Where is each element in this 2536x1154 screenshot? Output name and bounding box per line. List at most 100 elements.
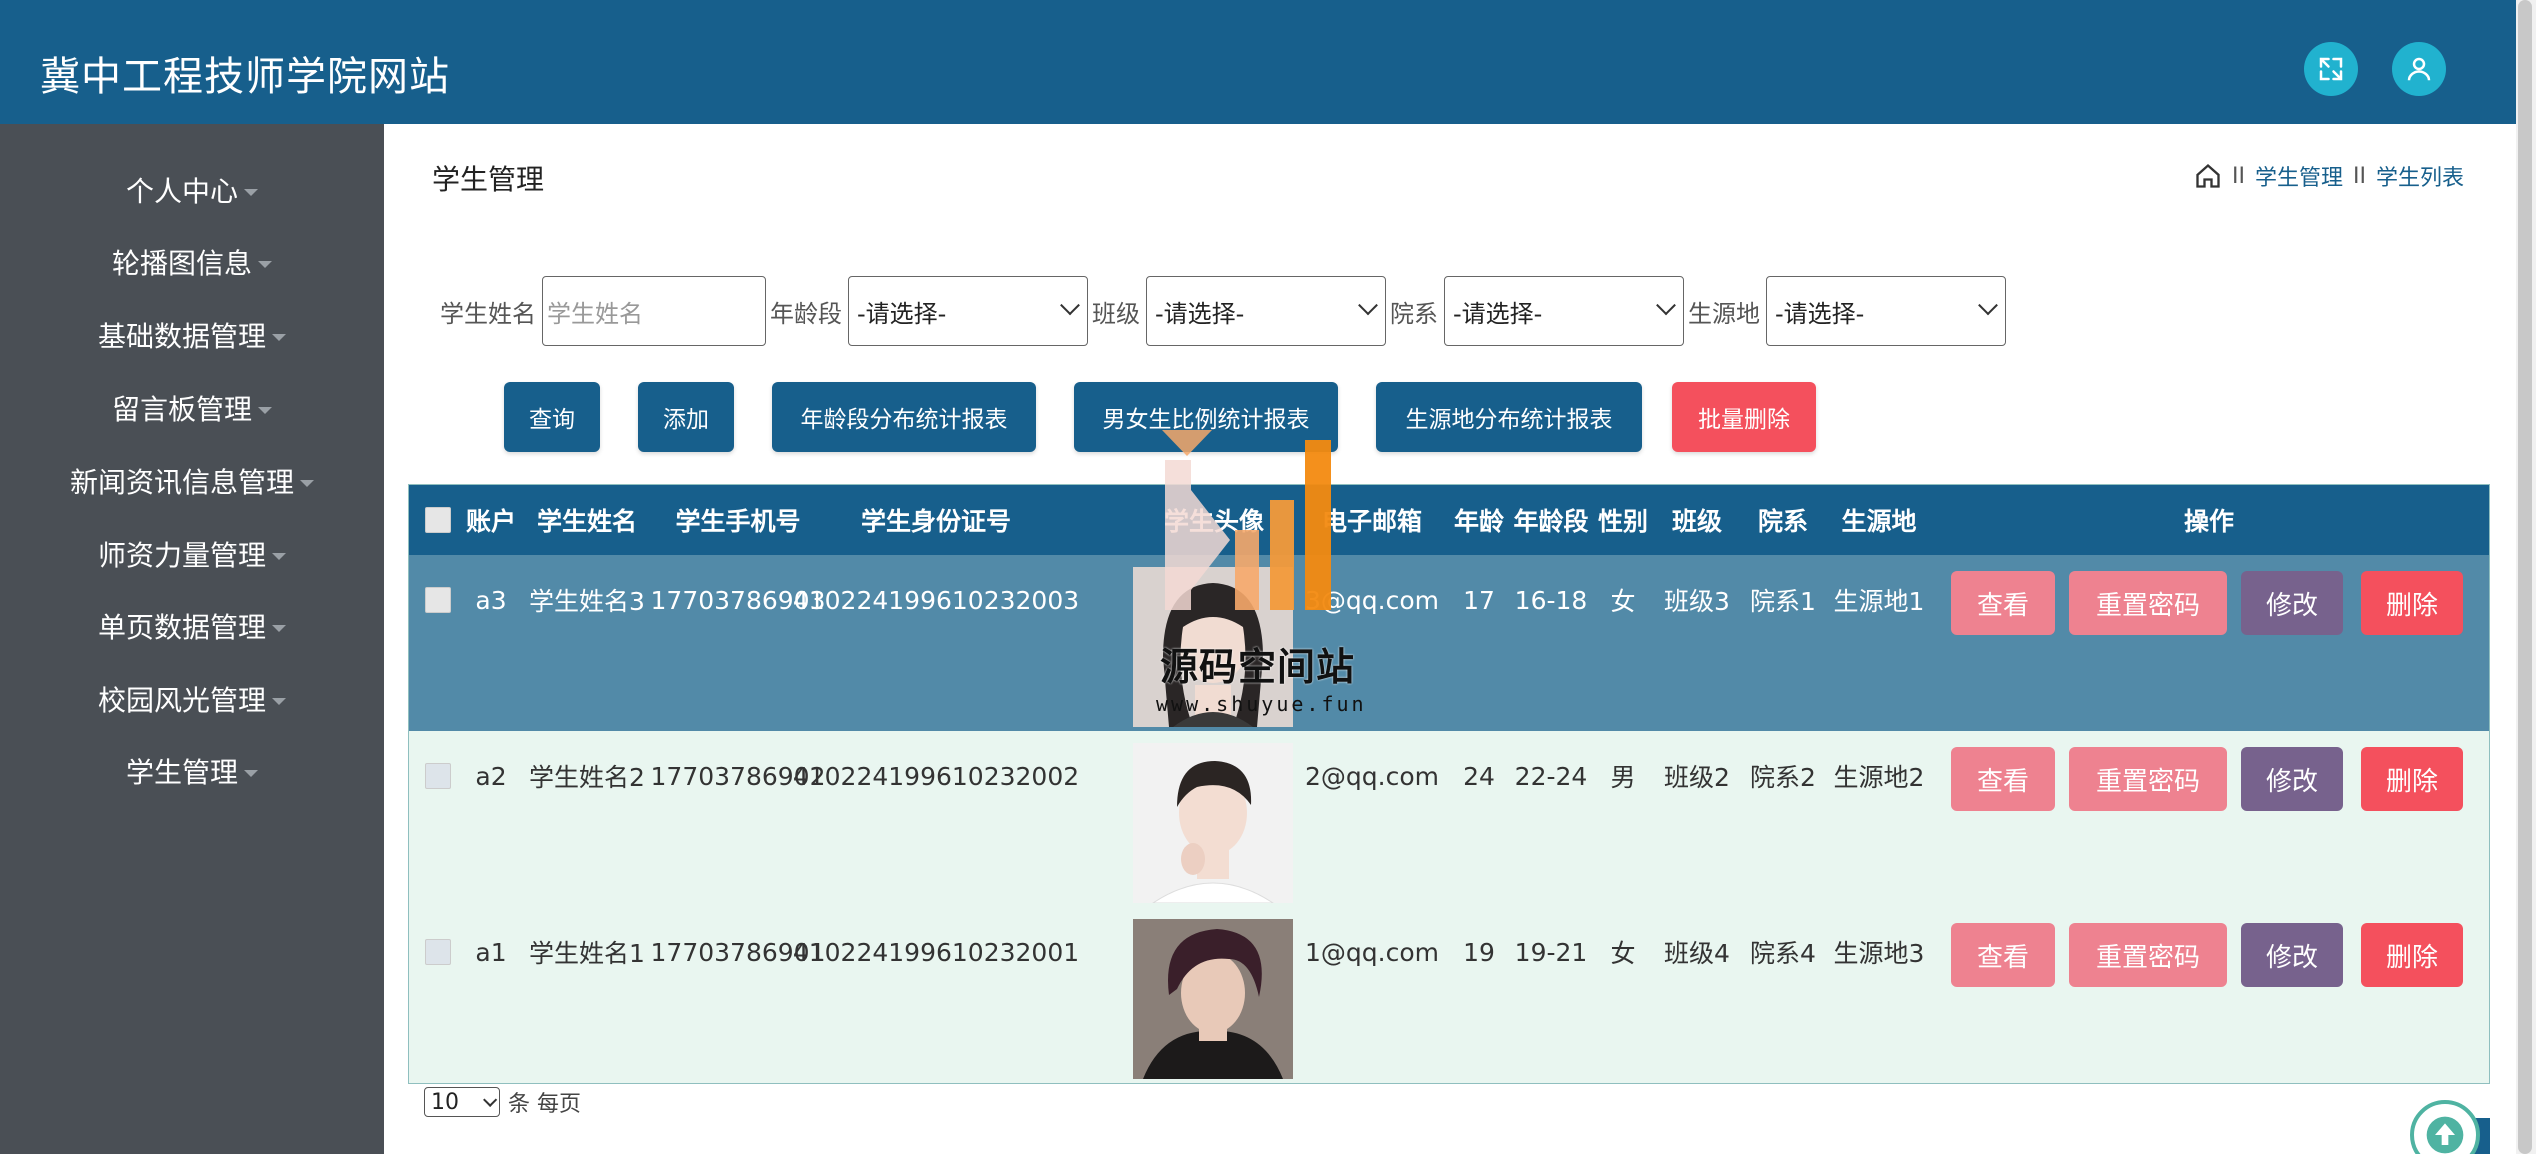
- origin-filter-label: 生源地: [1688, 299, 1760, 328]
- cell-account: a1: [475, 937, 507, 967]
- sidebar-item-faculty[interactable]: 师资力量管理: [0, 524, 384, 584]
- page-scrollbar-thumb[interactable]: [2518, 0, 2532, 1154]
- add-button[interactable]: 添加: [638, 382, 734, 452]
- home-icon[interactable]: [2194, 162, 2222, 190]
- row-checkbox[interactable]: [425, 587, 451, 613]
- sidebar-item-message-board[interactable]: 留言板管理: [0, 378, 384, 438]
- col-age-group[interactable]: 年龄段: [1509, 485, 1593, 555]
- fullscreen-button[interactable]: [2304, 42, 2358, 96]
- breadcrumb-separator: II: [2232, 163, 2245, 189]
- gender-report-button[interactable]: 男女生比例统计报表: [1074, 382, 1338, 452]
- name-filter-label: 学生姓名: [440, 299, 536, 328]
- edit-button[interactable]: 修改: [2241, 571, 2343, 635]
- name-search-input[interactable]: 学生姓名: [542, 276, 766, 346]
- sidebar-item-label: 轮播图信息: [111, 247, 252, 280]
- chevron-down-icon: [244, 188, 258, 196]
- top-header: 冀中工程技师学院网站: [0, 0, 2516, 124]
- reset-password-button[interactable]: 重置密码: [2069, 923, 2227, 987]
- origin-select[interactable]: -请选择-: [1766, 276, 2006, 346]
- age-group-select[interactable]: -请选择-: [848, 276, 1088, 346]
- cell-gender: 女: [1610, 587, 1636, 616]
- query-button[interactable]: 查询: [504, 382, 600, 452]
- table-row[interactable]: a1 学生姓名1 17703786901 410224199610232001 …: [409, 907, 2489, 1083]
- col-email[interactable]: 电子邮箱: [1307, 485, 1437, 555]
- sidebar-item-campus-scenery[interactable]: 校园风光管理: [0, 669, 384, 729]
- view-button[interactable]: 查看: [1951, 571, 2055, 635]
- sidebar-item-students[interactable]: 学生管理: [0, 741, 384, 801]
- col-class[interactable]: 班级: [1657, 485, 1737, 555]
- col-phone[interactable]: 学生手机号: [663, 485, 813, 555]
- reset-password-button[interactable]: 重置密码: [2069, 571, 2227, 635]
- select-all-checkbox[interactable]: [425, 507, 451, 533]
- chevron-down-icon: [272, 624, 286, 632]
- view-button[interactable]: 查看: [1951, 923, 2055, 987]
- student-avatar-photo: [1133, 567, 1293, 727]
- cell-class: 班级3: [1664, 587, 1730, 616]
- delete-button[interactable]: 删除: [2361, 923, 2463, 987]
- sidebar: 个人中心 轮播图信息 基础数据管理 留言板管理 新闻资讯信息管理 师资力量管理 …: [0, 124, 384, 1154]
- col-name[interactable]: 学生姓名: [527, 485, 647, 555]
- row-checkbox[interactable]: [425, 939, 451, 965]
- table-row[interactable]: a3 学生姓名3 17703786903 410224199610232003 …: [409, 555, 2489, 731]
- department-filter-label: 院系: [1390, 299, 1438, 328]
- origin-report-button[interactable]: 生源地分布统计报表: [1376, 382, 1642, 452]
- sidebar-item-personal-center[interactable]: 个人中心: [0, 160, 384, 220]
- age-report-button[interactable]: 年龄段分布统计报表: [772, 382, 1036, 452]
- col-idcard[interactable]: 学生身份证号: [821, 485, 1051, 555]
- table-row[interactable]: a2 学生姓名2 17703786902 410224199610232002 …: [409, 731, 2489, 907]
- edit-button[interactable]: 修改: [2241, 923, 2343, 987]
- chevron-down-icon: [258, 260, 272, 268]
- cell-idcard: 410224199610232001: [792, 937, 1080, 967]
- user-menu-button[interactable]: [2392, 42, 2446, 96]
- cell-email: 1@qq.com: [1305, 937, 1439, 967]
- col-photo[interactable]: 学生头像: [1149, 485, 1279, 555]
- department-select-value: -请选择-: [1453, 299, 1543, 328]
- col-department[interactable]: 院系: [1743, 485, 1823, 555]
- sidebar-item-basic-data[interactable]: 基础数据管理: [0, 305, 384, 365]
- back-to-top-button[interactable]: [2410, 1100, 2480, 1154]
- col-origin[interactable]: 生源地: [1821, 485, 1937, 555]
- col-account[interactable]: 账户: [461, 485, 521, 555]
- class-select-value: -请选择-: [1155, 299, 1245, 328]
- select-all-cell: [423, 485, 453, 555]
- cell-origin: 生源地3: [1833, 939, 1925, 968]
- cell-class: 班级4: [1664, 939, 1730, 968]
- cell-gender: 男: [1610, 763, 1636, 792]
- sidebar-item-label: 个人中心: [125, 175, 238, 208]
- edit-button[interactable]: 修改: [2241, 747, 2343, 811]
- row-select-cell: [423, 907, 453, 997]
- cell-name: 学生姓名3: [529, 587, 645, 616]
- chevron-down-icon: [1656, 295, 1676, 316]
- cell-idcard: 410224199610232002: [792, 761, 1080, 791]
- breadcrumb-item-student-management[interactable]: 学生管理: [2255, 160, 2343, 192]
- row-select-cell: [423, 555, 453, 645]
- sidebar-item-carousel[interactable]: 轮播图信息: [0, 232, 384, 292]
- cell-phone: 17703786902: [650, 761, 826, 791]
- col-gender[interactable]: 性别: [1593, 485, 1653, 555]
- chevron-down-icon: [300, 479, 314, 487]
- page-size-value: 10: [431, 1089, 459, 1115]
- cell-class: 班级2: [1664, 763, 1730, 792]
- chevron-down-icon: [258, 406, 272, 414]
- cell-department: 院系1: [1750, 587, 1816, 616]
- sidebar-item-news[interactable]: 新闻资讯信息管理: [0, 451, 384, 511]
- cell-age-group: 16-18: [1514, 585, 1588, 615]
- delete-button[interactable]: 删除: [2361, 747, 2463, 811]
- cell-age-group: 22-24: [1514, 761, 1588, 791]
- delete-button[interactable]: 删除: [2361, 571, 2463, 635]
- page-size-suffix: 条 每页: [508, 1092, 581, 1117]
- origin-select-value: -请选择-: [1775, 299, 1865, 328]
- sidebar-item-single-page[interactable]: 单页数据管理: [0, 596, 384, 656]
- department-select[interactable]: -请选择-: [1444, 276, 1684, 346]
- row-checkbox[interactable]: [425, 763, 451, 789]
- col-age[interactable]: 年龄: [1449, 485, 1509, 555]
- breadcrumb-item-student-list[interactable]: 学生列表: [2376, 160, 2464, 192]
- view-button[interactable]: 查看: [1951, 747, 2055, 811]
- page-size-select[interactable]: 10: [424, 1087, 500, 1117]
- cell-department: 院系2: [1750, 763, 1816, 792]
- class-select[interactable]: -请选择-: [1146, 276, 1386, 346]
- batch-delete-button[interactable]: 批量删除: [1672, 382, 1816, 452]
- reset-password-button[interactable]: 重置密码: [2069, 747, 2227, 811]
- student-avatar-photo: [1133, 919, 1293, 1079]
- class-filter-label: 班级: [1092, 299, 1140, 328]
